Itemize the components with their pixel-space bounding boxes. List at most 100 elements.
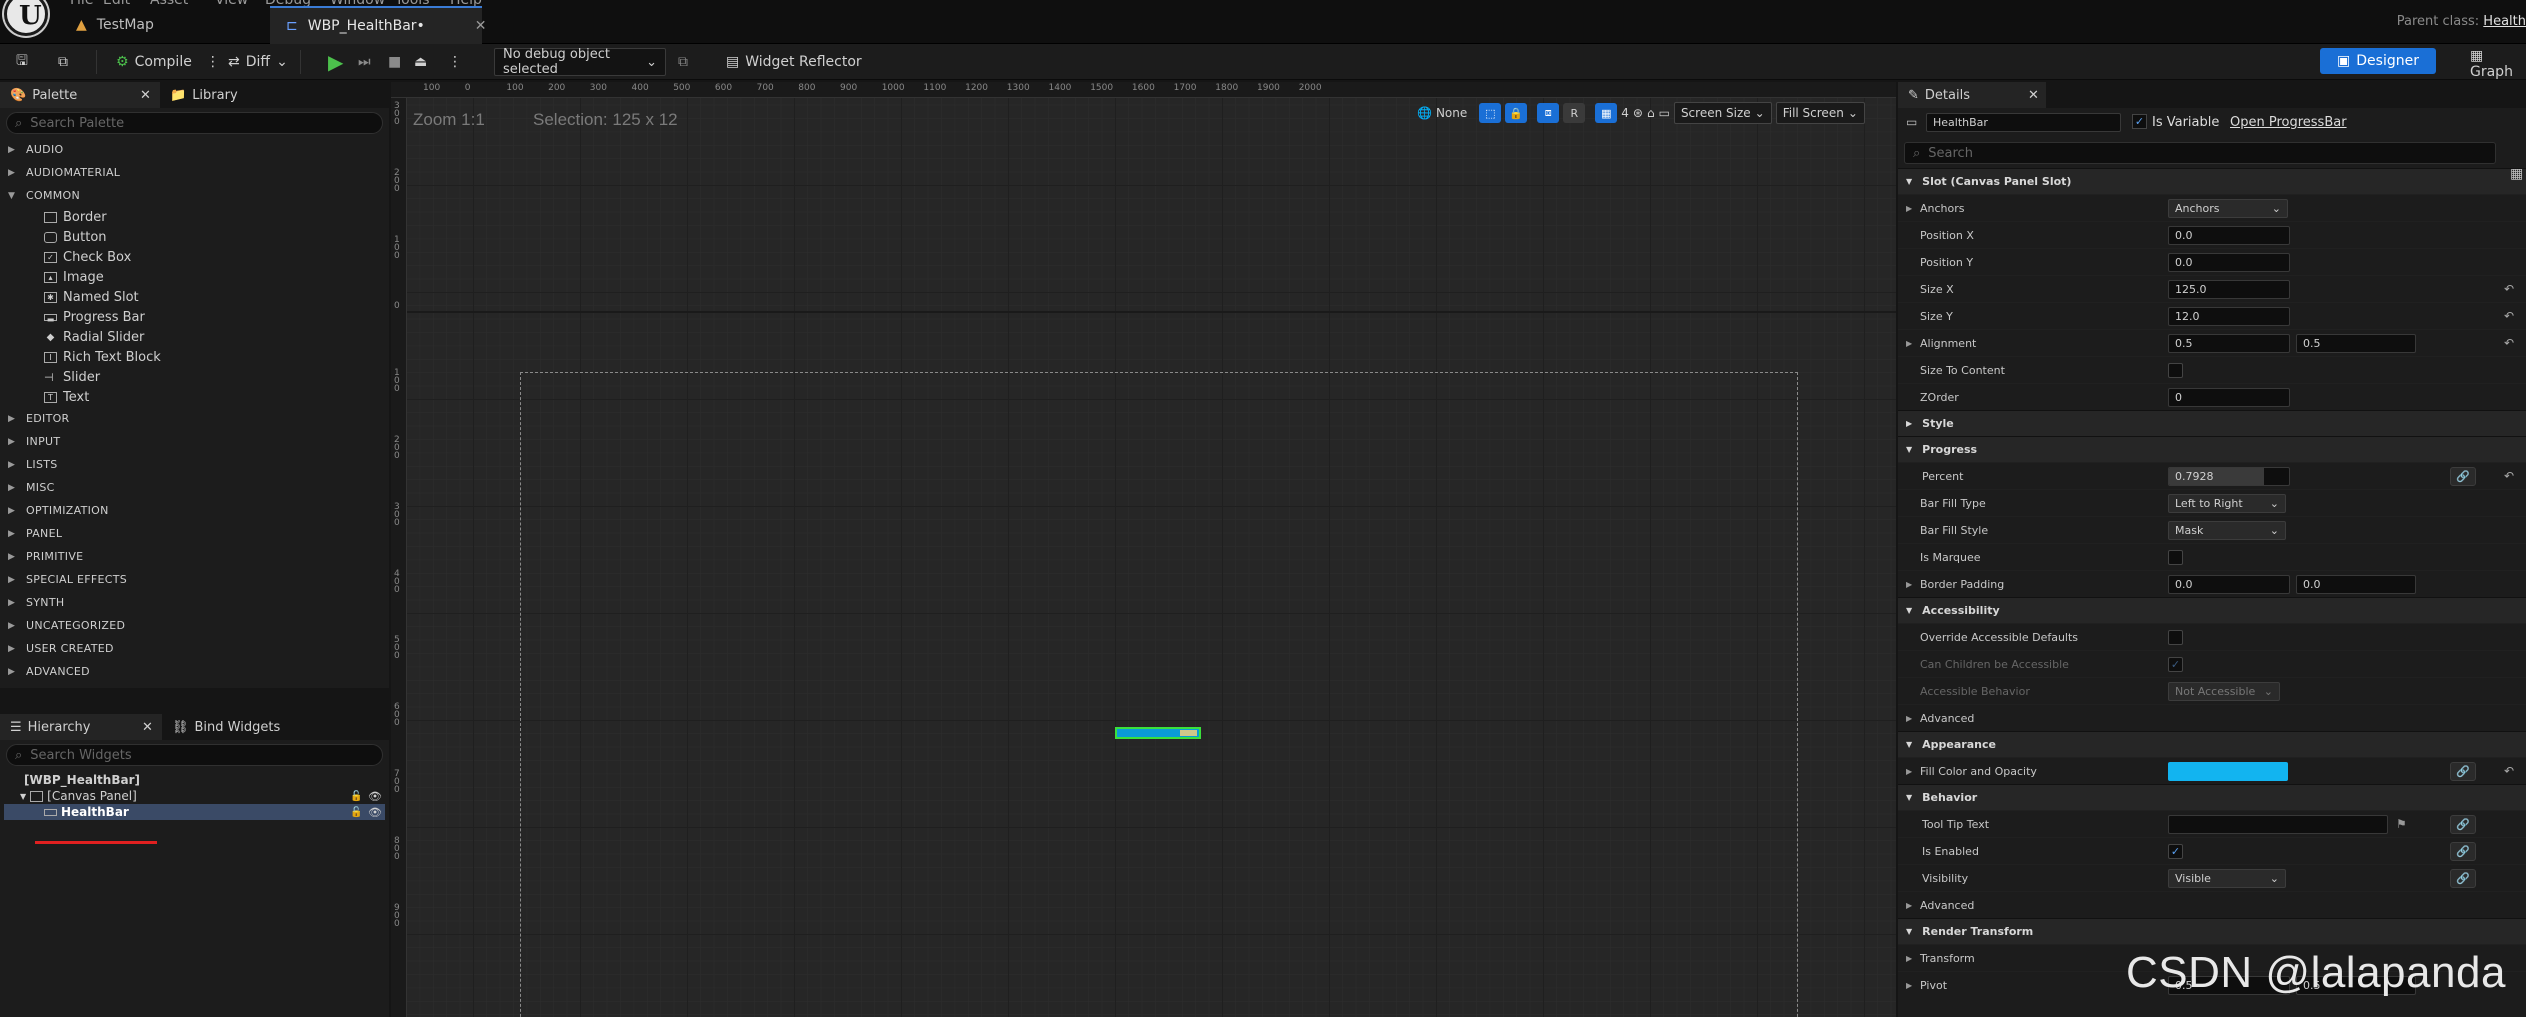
screen-size-select[interactable]: Screen Size ⌄ <box>1673 102 1772 124</box>
tooltip-text-input[interactable] <box>2168 814 2388 834</box>
grid-icon[interactable]: ▦ <box>1595 103 1618 123</box>
more-icon[interactable]: ⋮ <box>206 54 220 70</box>
alignment-x-input[interactable]: 0.5 <box>2168 333 2290 353</box>
palette-item-text[interactable]: T Text <box>0 387 389 407</box>
padding-y-input[interactable]: 0.0 <box>2296 574 2416 594</box>
reset-icon[interactable]: ↶ <box>2504 336 2514 350</box>
transform-icon[interactable]: ⧈ <box>1537 103 1560 123</box>
category-primitive[interactable]: ▶ PRIMITIVE <box>0 545 389 568</box>
tab-testmap[interactable]: ▲ TestMap <box>60 6 170 44</box>
debug-browse-icon[interactable]: ⧉ <box>678 48 688 76</box>
details-search-input[interactable]: ⌕ Search <box>1904 142 2496 164</box>
select-mode-icon[interactable]: ⬚ <box>1479 103 1502 123</box>
size-to-content-checkbox[interactable] <box>2168 362 2183 378</box>
triangle-right-icon[interactable]: ▶ <box>1906 981 1912 990</box>
eye-icon[interactable]: 👁 <box>368 790 382 803</box>
save-icon[interactable]: 🖫 <box>16 48 28 76</box>
stop-icon[interactable]: ■ <box>388 48 401 76</box>
position-x-input[interactable]: 0.0 <box>2168 225 2290 245</box>
section-render-transform[interactable]: ▼ Render Transform <box>1898 918 2526 944</box>
reset-icon[interactable]: ↶ <box>2504 469 2514 483</box>
tree-item-root[interactable]: [WBP_HealthBar] <box>0 772 389 788</box>
category-optimization[interactable]: ▶ OPTIMIZATION <box>0 499 389 522</box>
zorder-input[interactable]: 0 <box>2168 387 2290 407</box>
palette-search-input[interactable]: ⌕ Search Palette <box>6 112 383 134</box>
triangle-right-icon[interactable]: ▶ <box>1906 580 1912 589</box>
palette-item-progress-bar[interactable]: ▬ Progress Bar <box>0 307 389 327</box>
more-icon[interactable]: ⋮ <box>448 48 462 76</box>
tab-hierarchy[interactable]: ☰ Hierarchy ✕ <box>0 714 162 740</box>
lock-icon[interactable]: 🔓 <box>350 791 362 802</box>
palette-item-rich-text-block[interactable]: I Rich Text Block <box>0 347 389 367</box>
tab-bind-widgets[interactable]: ⛓ Bind Widgets <box>162 714 291 740</box>
fill-screen-select[interactable]: Fill Screen ⌄ <box>1775 102 1865 124</box>
unreal-logo-icon[interactable]: U <box>4 0 48 36</box>
override-accessible-checkbox[interactable] <box>2168 629 2183 645</box>
close-icon[interactable]: ✕ <box>475 18 487 34</box>
dpi-icon[interactable]: ⌂ <box>1647 106 1655 120</box>
tree-item-canvas-panel[interactable]: ▼ [Canvas Panel] 🔓 👁 <box>0 788 389 804</box>
debug-object-select[interactable]: No debug object selected ⌄ <box>494 47 666 77</box>
reset-icon[interactable]: ↶ <box>2504 282 2514 296</box>
visibility-select[interactable]: Visible ⌄ <box>2168 868 2286 888</box>
section-style[interactable]: ▶ Style <box>1898 410 2526 436</box>
open-progressbar-link[interactable]: Open ProgressBar <box>2230 115 2347 130</box>
triangle-right-icon[interactable]: ▶ <box>1906 901 1912 910</box>
palette-item-button[interactable]: Button <box>0 227 389 247</box>
graph-button[interactable]: ▦ Graph <box>2470 48 2526 80</box>
tab-wbp-healthbar[interactable]: ⊏ WBP_HealthBar• ✕ <box>270 6 487 44</box>
widget-name-input[interactable]: HealthBar <box>1926 113 2121 132</box>
bind-link-icon[interactable]: 🔗 <box>2450 761 2476 781</box>
widget-reflector-button[interactable]: ▤ Widget Reflector <box>726 48 862 76</box>
size-x-input[interactable]: 125.0 <box>2168 279 2290 299</box>
tree-item-healthbar[interactable]: HealthBar 🔓 👁 <box>4 804 385 820</box>
bind-link-icon[interactable]: 🔗 <box>2450 466 2476 486</box>
palette-item-border[interactable]: Border <box>0 207 389 227</box>
category-uncategorized[interactable]: ▶ UNCATEGORIZED <box>0 614 389 637</box>
designer-canvas[interactable]: 100 0 100 200 300 400 500 600 700 800 900 1000 1100 1… <box>391 82 1896 1017</box>
category-audiomaterial[interactable]: ▶ AUDIOMATERIAL <box>0 161 389 184</box>
alignment-y-input[interactable]: 0.5 <box>2296 333 2416 353</box>
palette-item-slider[interactable]: ⊣ Slider <box>0 367 389 387</box>
section-slot[interactable]: ▼ Slot (Canvas Panel Slot) <box>1898 168 2526 194</box>
category-lists[interactable]: ▶ LISTS <box>0 453 389 476</box>
size-y-input[interactable]: 12.0 <box>2168 306 2290 326</box>
category-editor[interactable]: ▶ EDITOR <box>0 407 389 430</box>
device-icon[interactable]: ▭ <box>1659 106 1670 120</box>
bar-fill-style-select[interactable]: Mask ⌄ <box>2168 520 2286 540</box>
tab-library[interactable]: 📁 Library <box>160 82 248 108</box>
section-accessibility[interactable]: ▼ Accessibility <box>1898 597 2526 623</box>
anchors-select[interactable]: Anchors ⌄ <box>2168 198 2288 218</box>
bind-link-icon[interactable]: 🔗 <box>2450 868 2476 888</box>
bind-link-icon[interactable]: 🔗 <box>2450 841 2476 861</box>
category-user-created[interactable]: ▶ USER CREATED <box>0 637 389 660</box>
globe-icon[interactable]: 🌐 <box>1417 106 1432 120</box>
category-synth[interactable]: ▶ SYNTH <box>0 591 389 614</box>
close-icon[interactable]: ✕ <box>140 88 151 103</box>
healthbar-widget-preview[interactable] <box>1115 727 1201 739</box>
compile-button[interactable]: ⚙ Compile ⋮ <box>116 48 220 76</box>
category-audio[interactable]: ▶ AUDIO <box>0 138 389 161</box>
triangle-right-icon[interactable]: ▶ <box>1906 954 1912 963</box>
category-input[interactable]: ▶ INPUT <box>0 430 389 453</box>
browse-icon[interactable]: ⧉ <box>58 48 68 76</box>
triangle-right-icon[interactable]: ▶ <box>1906 204 1912 213</box>
palette-item-named-slot[interactable]: ✱ Named Slot <box>0 287 389 307</box>
tab-palette[interactable]: 🎨 Palette ✕ <box>0 82 160 108</box>
tab-details[interactable]: ✎ Details ✕ <box>1898 82 2046 108</box>
category-common[interactable]: ▼ COMMON <box>0 184 389 207</box>
r-toggle[interactable]: R <box>1563 103 1586 123</box>
bind-link-icon[interactable]: 🔗 <box>2450 814 2476 834</box>
padding-x-input[interactable]: 0.0 <box>2168 574 2290 594</box>
eject-icon[interactable]: ⏏ <box>414 48 427 76</box>
diff-button[interactable]: ⇄ Diff ⌄ <box>228 48 288 76</box>
category-special-effects[interactable]: ▶ SPECIAL EFFECTS <box>0 568 389 591</box>
section-progress[interactable]: ▼ Progress <box>1898 436 2526 462</box>
is-enabled-checkbox[interactable]: ✓ <box>2168 843 2183 859</box>
parent-class-link[interactable]: Health <box>2483 14 2526 29</box>
section-behavior[interactable]: ▼ Behavior <box>1898 784 2526 810</box>
section-appearance[interactable]: ▼ Appearance <box>1898 731 2526 757</box>
play-icon[interactable]: ▶ <box>328 48 343 76</box>
is-marquee-checkbox[interactable] <box>2168 549 2183 565</box>
position-y-input[interactable]: 0.0 <box>2168 252 2290 272</box>
